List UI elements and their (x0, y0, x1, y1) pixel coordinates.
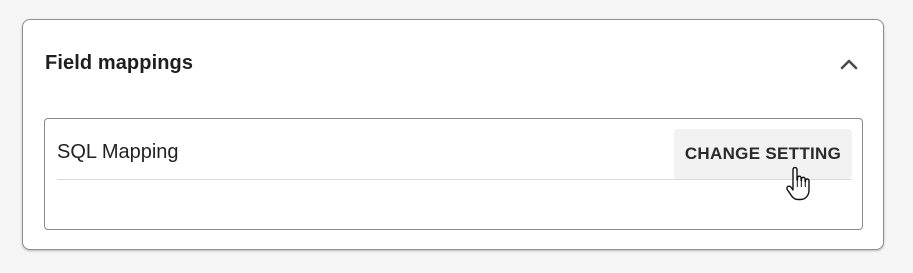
chevron-up-icon (840, 59, 858, 70)
change-setting-button[interactable]: CHANGE SETTING (674, 129, 852, 179)
panel-title: Field mappings (45, 52, 194, 74)
panel-header[interactable]: Field mappings (23, 20, 883, 108)
mapping-label: SQL Mapping (57, 141, 179, 163)
field-mappings-panel: Field mappings SQL Mapping CHANGE SETTIN… (22, 19, 884, 250)
mapping-list: SQL Mapping CHANGE SETTING (44, 118, 863, 230)
collapse-button[interactable] (833, 48, 865, 80)
mapping-row: SQL Mapping CHANGE SETTING (57, 129, 852, 180)
